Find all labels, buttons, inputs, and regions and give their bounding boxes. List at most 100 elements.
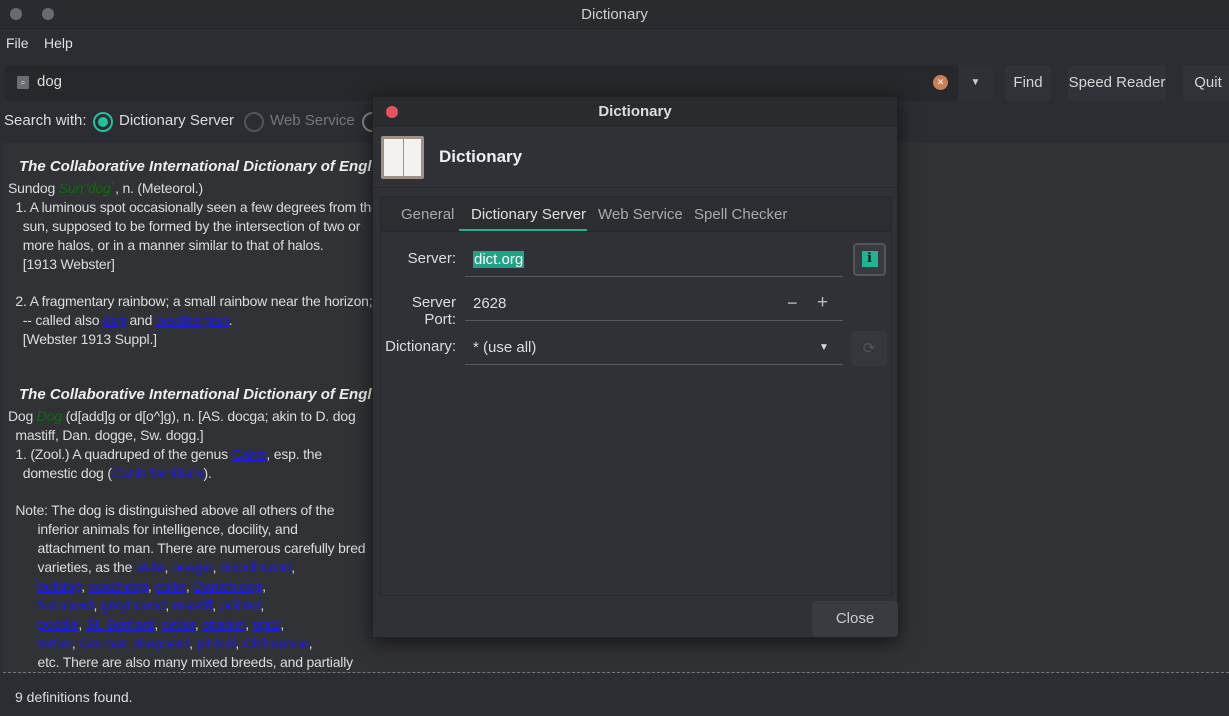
info-icon: i (861, 251, 878, 267)
cross-reference-link[interactable]: dog (103, 312, 126, 328)
cross-reference-link[interactable]: weathergaw (156, 312, 229, 328)
cross-reference-link[interactable]: spitz (253, 616, 281, 632)
server-port-label: Server Port: (411, 294, 456, 328)
quit-button[interactable]: Quit (1183, 65, 1229, 101)
dictionary-value: * (use all) (473, 339, 537, 356)
text: sun, supposed to be formed by the inters… (8, 218, 361, 234)
server-port-value[interactable]: 2628 (473, 295, 506, 312)
cross-reference-link[interactable]: bloodhound (220, 559, 291, 575)
window-title: Dictionary (581, 6, 648, 23)
tab-general[interactable]: General (401, 206, 454, 223)
cross-reference-link[interactable]: spaniel (202, 616, 245, 632)
text: attachment to man. There are numerous ca… (8, 540, 366, 556)
server-port-spinner[interactable]: 2628 − + (465, 289, 843, 321)
close-button[interactable]: Close (812, 601, 898, 637)
status-bar: 9 definitions found. (15, 689, 133, 705)
text: , esp. the (266, 446, 322, 462)
cross-reference-link[interactable]: bulldog (38, 578, 82, 594)
text: ). (203, 465, 212, 481)
text: domestic dog ( (8, 465, 112, 481)
increment-button[interactable]: + (817, 292, 828, 314)
text: , (245, 616, 253, 632)
pronunciation: Dog (36, 408, 62, 424)
menu-file[interactable]: File (6, 35, 29, 51)
clear-icon[interactable]: ✕ (933, 75, 948, 90)
cross-reference-link[interactable]: terrier (38, 635, 73, 651)
cross-reference-link[interactable]: Chihuahua (243, 635, 309, 651)
dialog-title: Dictionary (598, 103, 672, 120)
cross-reference-link[interactable]: greyhound (101, 597, 166, 613)
cross-reference-link[interactable]: German shepherd (79, 635, 189, 651)
definition-line: etc. There are also many mixed breeds, a… (3, 653, 1229, 672)
tab-spell-checker[interactable]: Spell Checker (694, 206, 787, 223)
text: , (165, 597, 173, 613)
text: , (154, 616, 162, 632)
text: 1. (Zool.) A quadruped of the genus (8, 446, 232, 462)
settings-notebook: General Dictionary Server Web Service Sp… (380, 196, 892, 596)
menu-help[interactable]: Help (44, 35, 73, 51)
cross-reference-link[interactable]: Danish dog (193, 578, 262, 594)
decrement-button[interactable]: − (787, 293, 798, 314)
title-bar: Dictionary (0, 0, 1229, 29)
text: , (93, 597, 101, 613)
cross-reference-link[interactable]: beagle (172, 559, 213, 575)
text: Note: The dog is distinguished above all… (8, 502, 335, 518)
dialog-header: Dictionary (439, 147, 523, 166)
refresh-button[interactable]: ⟳ (851, 331, 887, 366)
find-button[interactable]: Find (1005, 65, 1051, 101)
speed-reader-button[interactable]: Speed Reader (1068, 65, 1166, 101)
cross-reference-link[interactable]: foxhound (38, 597, 94, 613)
text (8, 616, 38, 632)
cross-reference-link[interactable]: mastiff (173, 597, 213, 613)
tab-bar: General Dictionary Server Web Service Sp… (381, 197, 891, 232)
preferences-dialog: Dictionary Dictionary General Dictionary… (372, 96, 898, 638)
radio-label-dictionary-server[interactable]: Dictionary Server (119, 112, 234, 129)
tab-web-service[interactable]: Web Service (598, 206, 683, 223)
text: , (164, 559, 172, 575)
cross-reference-link[interactable]: pointer (220, 597, 261, 613)
pronunciation: Sun"dog` (58, 180, 116, 196)
search-with-label: Search with: (4, 112, 87, 129)
tab-dictionary-server[interactable]: Dictionary Server (471, 206, 586, 223)
text: and (125, 312, 156, 328)
text: , (291, 559, 295, 575)
text: , (212, 597, 220, 613)
text: mastiff, Dan. dogge, Sw. dogg.] (8, 427, 204, 443)
text: , (78, 616, 86, 632)
text (8, 635, 38, 651)
cross-reference-link[interactable]: setter (162, 616, 195, 632)
server-input[interactable]: dict.org (465, 245, 843, 277)
text: , (308, 635, 313, 651)
text: (d[add]g or d[o^]g), n. [AS. docga; akin… (61, 408, 356, 424)
dictionary-label: Dictionary: (385, 338, 456, 355)
cross-reference-link[interactable]: coachdog (89, 578, 148, 594)
search-value[interactable]: dog (37, 73, 62, 90)
text: . (228, 312, 233, 328)
radio-web-service[interactable] (244, 112, 264, 132)
cross-reference-link[interactable]: Canis familiaris (112, 465, 204, 481)
text: , (262, 578, 266, 594)
search-icon: ⌕ (17, 76, 29, 89)
cross-reference-link[interactable]: poodle (38, 616, 79, 632)
chevron-down-icon: ▼ (819, 342, 829, 353)
cross-reference-link[interactable]: St. Bernard (86, 616, 155, 632)
cross-reference-link[interactable]: Canis (232, 446, 267, 462)
dictionary-book-icon (381, 136, 424, 179)
cross-reference-link[interactable]: pit bull (197, 635, 236, 651)
server-value[interactable]: dict.org (473, 251, 525, 268)
history-dropdown-button[interactable]: ▼ (958, 65, 993, 101)
server-info-button[interactable]: i (853, 243, 886, 276)
text: Sundog (8, 180, 59, 196)
text: [Webster 1913 Suppl.] (8, 331, 157, 347)
radio-label-web-service[interactable]: Web Service (270, 112, 355, 129)
text: [1913 Webster] (8, 256, 115, 272)
cross-reference-link[interactable]: akita (136, 559, 165, 575)
text: inferior animals for intelligence, docil… (8, 521, 298, 537)
dictionary-combobox[interactable]: * (use all) ▼ (465, 333, 843, 365)
text: , (235, 635, 243, 651)
cross-reference-link[interactable]: collie (155, 578, 186, 594)
radio-dictionary-server[interactable] (93, 112, 113, 132)
text: , n. (Meteorol.) (115, 180, 203, 196)
text: , (81, 578, 89, 594)
text: , (260, 597, 265, 613)
